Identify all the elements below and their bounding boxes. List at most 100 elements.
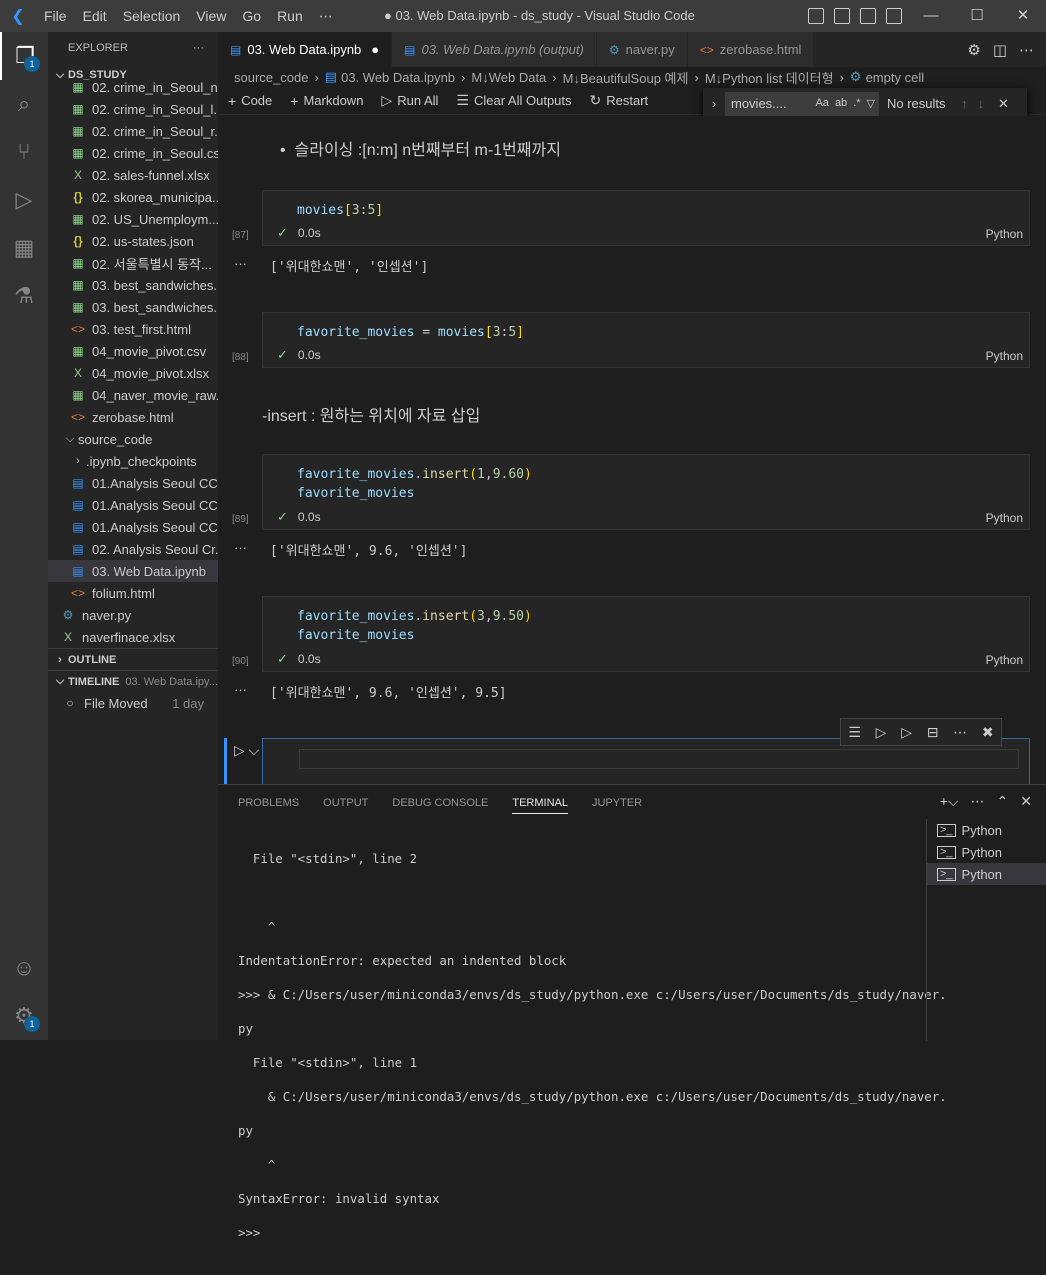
tab-problems[interactable]: PROBLEMS: [238, 797, 299, 809]
timeline-section[interactable]: ⌵ TIMELINE 03. Web Data.ipy...: [48, 670, 218, 692]
cell-language[interactable]: Python: [986, 653, 1023, 667]
previous-match-icon[interactable]: ↑: [961, 96, 968, 111]
more-actions-icon[interactable]: ⋯: [953, 724, 967, 741]
code-cell-87[interactable]: movies[3:5] ✓ 0.0s Python: [262, 190, 1030, 246]
markdown-cell-insert[interactable]: -insert : 원하는 위치에 자료 삽입: [262, 402, 480, 426]
output-more-icon[interactable]: ···: [234, 540, 247, 555]
file-item[interactable]: <> 03. test_first.html: [48, 318, 218, 340]
menu-edit[interactable]: Edit: [75, 0, 115, 32]
file-item-selected[interactable]: ▤ 03. Web Data.ipynb: [48, 560, 218, 582]
delete-cell-icon[interactable]: ✖: [982, 724, 994, 741]
menu-go[interactable]: Go: [234, 0, 269, 32]
cell-source[interactable]: favorite_movies = movies[3:5]: [297, 323, 524, 342]
file-item[interactable]: ⚙ naver.py: [48, 604, 218, 626]
extensions-icon[interactable]: ▦: [0, 224, 48, 272]
breadcrumb-item[interactable]: M↓BeautifulSoup 예제: [563, 68, 689, 87]
match-word-button[interactable]: ab: [835, 97, 847, 110]
cell-input-line[interactable]: [299, 749, 1019, 769]
chevron-right-icon[interactable]: ›: [703, 96, 725, 111]
breadcrumb-item[interactable]: source_code: [234, 70, 308, 85]
restart-button[interactable]: ↻ Restart: [590, 92, 649, 109]
maximize-button[interactable]: ☐: [954, 0, 1000, 32]
add-markdown-cell-button[interactable]: + Markdown: [290, 93, 363, 109]
split-editor-icon[interactable]: ◫: [993, 41, 1007, 59]
run-cell-icon[interactable]: ▷ ⌵: [234, 742, 259, 759]
terminal-instance-active[interactable]: >_ Python: [927, 863, 1046, 885]
file-item[interactable]: ▦ 02. crime_in_Seoul_n...: [48, 76, 218, 98]
account-icon[interactable]: ☺: [0, 944, 48, 992]
search-icon[interactable]: ⌕: [0, 80, 48, 128]
folder-source-code[interactable]: ⌵ source_code: [48, 428, 218, 450]
toggle-panel-icon[interactable]: [834, 8, 850, 24]
new-terminal-icon[interactable]: +⌵: [940, 793, 959, 810]
file-item[interactable]: ▦ 03. best_sandwiches...: [48, 274, 218, 296]
timeline-entry[interactable]: ○ File Moved 1 day: [48, 692, 218, 714]
file-item[interactable]: ▤ 01.Analysis Seoul CC...: [48, 494, 218, 516]
execute-above-icon[interactable]: ☰: [848, 724, 861, 741]
run-all-button[interactable]: ▷ Run All: [381, 92, 438, 109]
tab-web-data-notebook[interactable]: ▤ 03. Web Data.ipynb ●: [218, 32, 393, 67]
file-item[interactable]: <> folium.html: [48, 582, 218, 604]
close-find-icon[interactable]: ✕: [998, 96, 1009, 112]
cell-source[interactable]: movies[3:5]: [297, 201, 383, 220]
find-input[interactable]: movies.... Aa ab .* ▽: [725, 91, 879, 116]
breadcrumb-item[interactable]: M↓Python list 데이터형: [705, 68, 834, 87]
terminal-instance[interactable]: >_ Python: [927, 841, 1046, 863]
tab-naver-py[interactable]: ⚙ naver.py: [596, 32, 688, 67]
file-item[interactable]: {} 02. us-states.json: [48, 230, 218, 252]
tab-zerobase-html[interactable]: <> zerobase.html: [687, 32, 815, 67]
file-item[interactable]: ▦ 02. crime_in_Seoul_l...: [48, 98, 218, 120]
file-item[interactable]: ▦ 02. 서울특별시 동작...: [48, 252, 218, 274]
folder-ipynb-checkpoints[interactable]: › .ipynb_checkpoints: [48, 450, 218, 472]
explorer-icon[interactable]: ❐ 1: [0, 32, 48, 80]
file-item[interactable]: X 02. sales-funnel.xlsx: [48, 164, 218, 186]
file-item[interactable]: ▦ 02. US_Unemploym...: [48, 208, 218, 230]
terminal-instance[interactable]: >_ Python: [927, 819, 1046, 841]
file-item[interactable]: ▦ 02. crime_in_Seoul.csv: [48, 142, 218, 164]
more-actions-icon[interactable]: ⋯: [971, 793, 985, 810]
code-cell-90[interactable]: favorite_movies.insert(3,9.50) favorite_…: [262, 596, 1030, 672]
execute-below-icon[interactable]: ▷: [901, 724, 912, 741]
breadcrumb-item[interactable]: 03. Web Data.ipynb: [341, 70, 455, 85]
dirty-indicator-icon[interactable]: ●: [371, 42, 379, 57]
file-item[interactable]: ▦ 02. crime_in_Seoul_r...: [48, 120, 218, 142]
output-more-icon[interactable]: ···: [234, 256, 247, 271]
file-item[interactable]: Xnaverfinace.xlsx: [48, 626, 218, 648]
breadcrumb-item[interactable]: empty cell: [866, 70, 925, 85]
add-code-cell-button[interactable]: + Code: [228, 93, 272, 109]
cell-language[interactable]: Python: [986, 349, 1023, 363]
tab-output[interactable]: OUTPUT: [323, 797, 368, 809]
regex-button[interactable]: .*: [853, 97, 860, 110]
file-item[interactable]: {} 02. skorea_municipa...: [48, 186, 218, 208]
file-item[interactable]: ▦ 03. best_sandwiches...: [48, 296, 218, 318]
breadcrumb-item[interactable]: M↓Web Data: [471, 70, 546, 85]
minimize-button[interactable]: —: [908, 0, 954, 32]
cell-source[interactable]: favorite_movies.insert(3,9.50) favorite_…: [297, 607, 532, 645]
menu-file[interactable]: File: [36, 0, 75, 32]
close-button[interactable]: ✕: [1000, 0, 1046, 32]
filter-icon[interactable]: ▽: [867, 97, 875, 110]
next-match-icon[interactable]: ↓: [978, 96, 985, 111]
file-item[interactable]: X 04_movie_pivot.xlsx: [48, 362, 218, 384]
menu-run[interactable]: Run: [269, 0, 311, 32]
clear-outputs-button[interactable]: ☰ Clear All Outputs: [456, 92, 571, 109]
gear-icon[interactable]: ⚙: [967, 41, 980, 59]
file-item[interactable]: ▦ 04_naver_movie_raw...: [48, 384, 218, 406]
testing-icon[interactable]: ⚗: [0, 272, 48, 320]
execute-cell-below-icon[interactable]: ▷: [876, 724, 887, 741]
cell-language[interactable]: Python: [986, 227, 1023, 241]
maximize-panel-icon[interactable]: ⌃: [997, 793, 1009, 810]
terminal-output[interactable]: File "<stdin>", line 2 ^ IndentationErro…: [238, 833, 947, 1275]
settings-gear-icon[interactable]: ⚙ 1: [0, 992, 48, 1040]
toggle-secondary-sidebar-icon[interactable]: [860, 8, 876, 24]
file-item[interactable]: <> zerobase.html: [48, 406, 218, 428]
code-cell-89[interactable]: favorite_movies.insert(1,9.60) favorite_…: [262, 454, 1030, 530]
toggle-sidebar-icon[interactable]: [808, 8, 824, 24]
explorer-more-button[interactable]: ···: [193, 42, 204, 54]
file-item[interactable]: ▤ 01.Analysis Seoul CC...: [48, 516, 218, 538]
close-panel-icon[interactable]: ✕: [1020, 793, 1032, 810]
file-item[interactable]: ▦ 04_movie_pivot.csv: [48, 340, 218, 362]
tab-terminal[interactable]: TERMINAL: [512, 797, 568, 814]
split-cell-icon[interactable]: ⊟: [927, 724, 939, 741]
markdown-cell-slicing[interactable]: • 슬라이싱 :[n:m] n번째부터 m-1번째까지: [280, 136, 561, 160]
